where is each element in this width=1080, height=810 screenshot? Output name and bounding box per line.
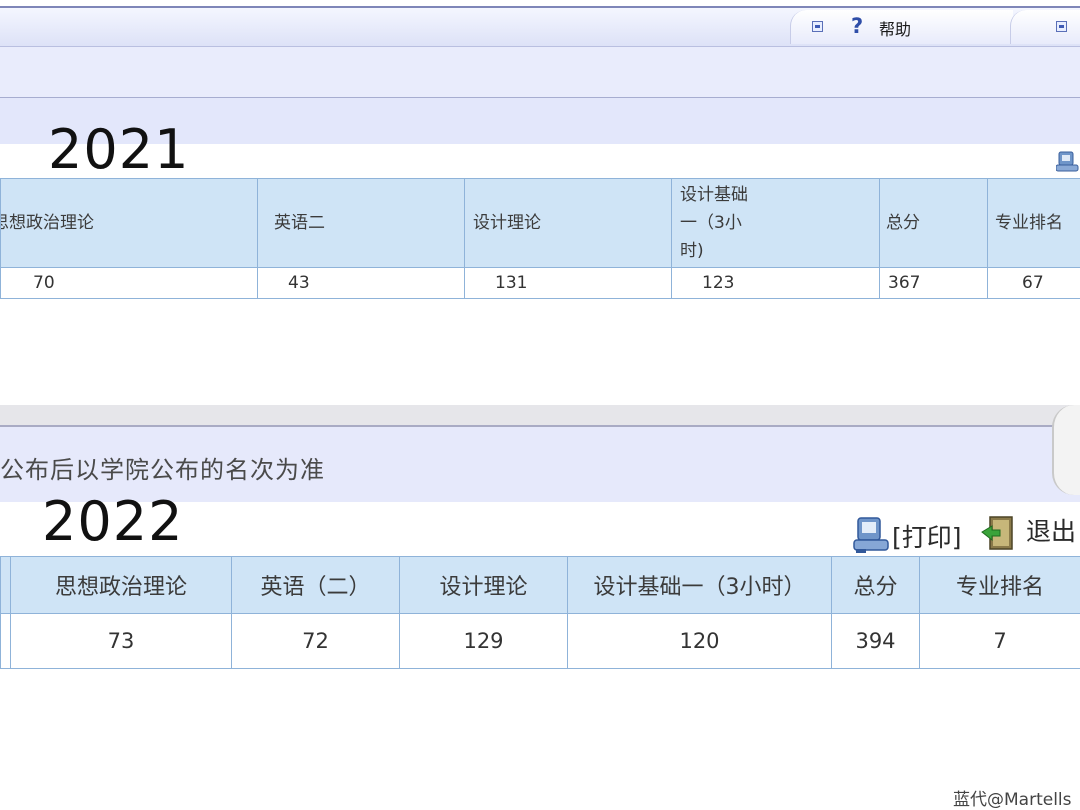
table-row: 73 72 129 120 394 7 bbox=[0, 613, 1080, 669]
cell-design-basics: 120 bbox=[567, 613, 832, 669]
cell-lead bbox=[0, 613, 11, 669]
exit-icon[interactable] bbox=[980, 514, 1018, 552]
year-label-2022: 2022 bbox=[42, 490, 184, 553]
header-cell-politics: 思想政治理论 bbox=[0, 178, 258, 268]
header-cell-english: 英语（二） bbox=[231, 556, 400, 614]
cell-design-basics: 123 bbox=[671, 267, 880, 299]
year-label-2021: 2021 bbox=[48, 118, 190, 181]
help-link[interactable]: 帮助 bbox=[879, 16, 911, 40]
cell-rank: 7 bbox=[919, 613, 1080, 669]
cell-design-theory: 131 bbox=[464, 267, 672, 299]
score-table-2021: 思想政治理论 英语二 设计理论 设计基础一（3小时) 总分 专业排名 70 43… bbox=[0, 178, 1080, 299]
table-header-row: 思想政治理论 英语二 设计理论 设计基础一（3小时) 总分 专业排名 bbox=[0, 178, 1080, 268]
header-cell-total: 总分 bbox=[879, 178, 988, 268]
cell-english: 43 bbox=[257, 267, 465, 299]
ranking-notice: 公布后以学院公布的名次为准 bbox=[0, 456, 325, 484]
top-toolbar bbox=[0, 8, 1080, 47]
print-icon[interactable] bbox=[852, 516, 892, 554]
cell-politics: 70 bbox=[0, 267, 258, 299]
help-question-icon[interactable]: ? bbox=[851, 14, 871, 38]
header-cell-design-theory: 设计理论 bbox=[399, 556, 568, 614]
header-cell-total: 总分 bbox=[831, 556, 920, 614]
header-band bbox=[0, 47, 1080, 98]
header-cell-lead bbox=[0, 556, 11, 614]
overlay-edge bbox=[1052, 405, 1080, 495]
expand-icon[interactable] bbox=[812, 21, 823, 32]
section-separator bbox=[0, 405, 1080, 425]
cell-rank: 67 bbox=[987, 267, 1080, 299]
cell-english: 72 bbox=[231, 613, 400, 669]
header-cell-rank: 专业排名 bbox=[987, 178, 1080, 268]
header-text: 设计基础一（3小时) bbox=[680, 185, 748, 261]
exit-link[interactable]: 退出 bbox=[1026, 512, 1076, 548]
watermark: 蓝代@Martells bbox=[953, 790, 1072, 810]
table-row: 70 43 131 123 367 67 bbox=[0, 267, 1080, 299]
cell-total: 394 bbox=[831, 613, 920, 669]
print-icon[interactable] bbox=[1056, 150, 1080, 172]
window-top-border bbox=[0, 0, 1080, 8]
cell-politics: 73 bbox=[10, 613, 232, 669]
header-cell-design-theory: 设计理论 bbox=[464, 178, 672, 268]
cell-design-theory: 129 bbox=[399, 613, 568, 669]
cell-total: 367 bbox=[879, 267, 988, 299]
header-cell-rank: 专业排名 bbox=[919, 556, 1080, 614]
table-header-row: 思想政治理论 英语（二） 设计理论 设计基础一（3小时） 总分 专业排名 bbox=[0, 556, 1080, 614]
print-link[interactable]: [打印] bbox=[892, 518, 962, 554]
toolbar-tab-extra bbox=[1010, 10, 1080, 44]
header-cell-design-basics: 设计基础一（3小时) bbox=[671, 178, 880, 268]
header-cell-design-basics: 设计基础一（3小时） bbox=[567, 556, 832, 614]
expand-icon[interactable] bbox=[1056, 21, 1067, 32]
header-cell-politics: 思想政治理论 bbox=[10, 556, 232, 614]
header-cell-english: 英语二 bbox=[257, 178, 465, 268]
score-table-2022: 思想政治理论 英语（二） 设计理论 设计基础一（3小时） 总分 专业排名 73 … bbox=[0, 556, 1080, 669]
